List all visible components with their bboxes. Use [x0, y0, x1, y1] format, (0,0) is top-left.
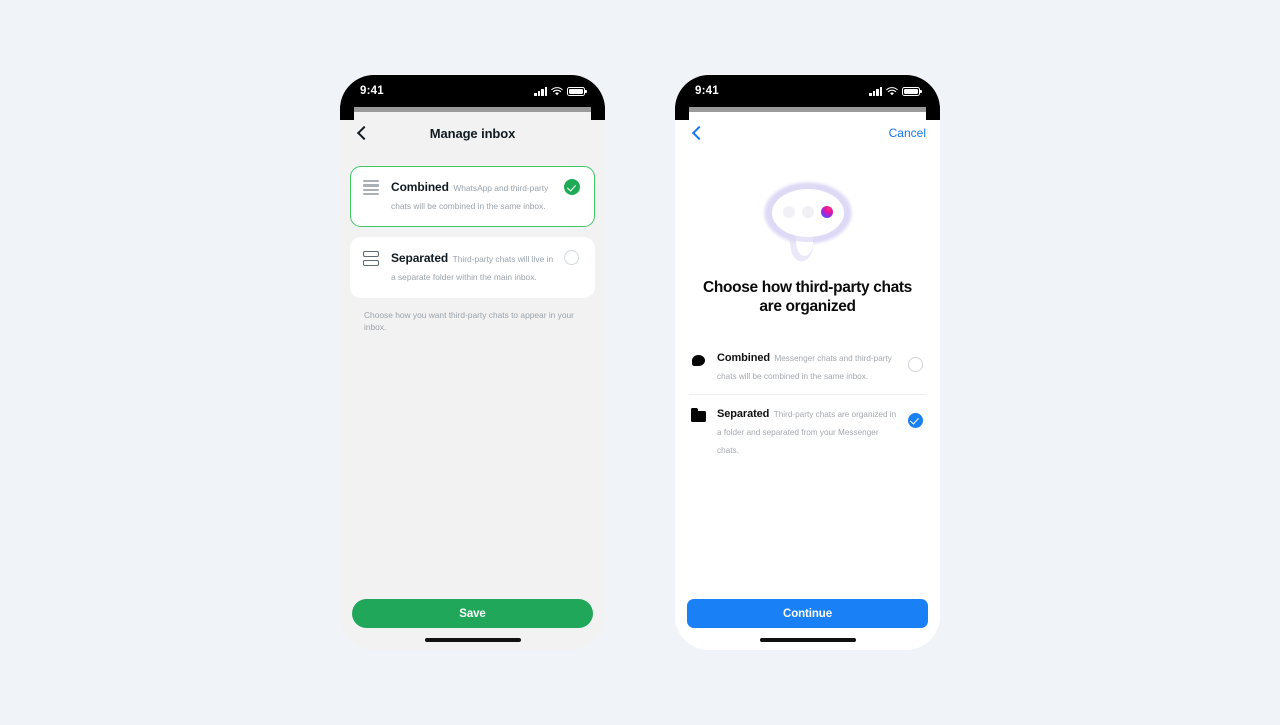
content-spacer-left — [340, 334, 605, 599]
option-card-separated[interactable]: Separated Third-party chats will live in… — [350, 237, 595, 298]
cancel-button[interactable]: Cancel — [889, 126, 926, 140]
inbox-options-list: Combined WhatsApp and third-party chats … — [340, 154, 605, 334]
option-text-combined: Combined Messenger chats and third-party… — [717, 348, 898, 384]
option-title: Combined — [391, 180, 449, 194]
radio-empty-icon[interactable] — [564, 250, 579, 265]
organization-options-list: Combined Messenger chats and third-party… — [675, 317, 940, 468]
status-time: 9:41 — [360, 85, 384, 97]
screens-stage: 9:41 Manage inbox Combined WhatsApp and … — [0, 0, 1280, 725]
helper-text: Choose how you want third-party chats to… — [364, 310, 574, 332]
check-circle-filled-icon[interactable] — [564, 179, 580, 195]
back-button[interactable] — [689, 125, 706, 142]
dot-one — [782, 206, 795, 218]
hero-title: Choose how third-party chats are organiz… — [703, 279, 912, 316]
radio-empty-icon[interactable] — [908, 356, 923, 372]
signal-bars-icon — [534, 86, 547, 96]
status-icons — [869, 86, 922, 96]
screen-choose-organization: Cancel Choose how third-party chats are … — [675, 112, 940, 650]
screen-manage-inbox: Manage inbox Combined WhatsApp and third… — [340, 112, 605, 650]
signal-bars-icon — [869, 86, 882, 96]
option-title: Separated — [717, 407, 770, 420]
battery-icon — [902, 86, 922, 96]
option-row-separated[interactable]: Separated Third-party chats are organize… — [689, 393, 926, 468]
home-indicator — [759, 638, 856, 642]
chat-bubble-illustration — [756, 178, 860, 266]
content-spacer-right — [675, 468, 940, 599]
home-indicator — [424, 638, 521, 642]
option-control-combined[interactable] — [908, 348, 926, 372]
status-bar-right: 9:41 — [675, 75, 940, 107]
wifi-icon — [886, 86, 898, 95]
option-control-separated[interactable] — [564, 249, 582, 285]
dot-three-gradient — [820, 206, 833, 218]
navbar-left: Manage inbox — [340, 112, 605, 154]
chat-bubble-icon — [689, 348, 707, 366]
dot-two — [801, 206, 814, 218]
folder-icon — [689, 404, 707, 422]
option-title: Separated — [391, 251, 449, 265]
status-time: 9:41 — [695, 85, 719, 97]
status-bar-left: 9:41 — [340, 75, 605, 107]
option-control-combined[interactable] — [564, 178, 582, 214]
bottom-action-area-left: Save — [340, 599, 605, 638]
save-button[interactable]: Save — [352, 599, 593, 628]
typing-dots — [782, 206, 835, 218]
phone-whatsapp: 9:41 Manage inbox Combined WhatsApp and … — [340, 75, 605, 650]
bottom-action-area-right: Continue — [675, 599, 940, 638]
option-text-combined: Combined WhatsApp and third-party chats … — [391, 178, 554, 214]
stacked-rows-icon — [363, 249, 381, 285]
page-title: Manage inbox — [429, 125, 516, 141]
device-bezel-strip — [340, 106, 605, 120]
option-control-separated[interactable] — [908, 404, 926, 428]
wifi-icon — [551, 86, 563, 95]
option-card-combined[interactable]: Combined WhatsApp and third-party chats … — [350, 166, 595, 227]
battery-icon — [567, 86, 587, 96]
navbar-right: Cancel — [675, 112, 940, 154]
list-lines-icon — [363, 178, 381, 214]
option-row-combined[interactable]: Combined Messenger chats and third-party… — [689, 339, 926, 394]
hero-illustration-area — [675, 154, 940, 272]
option-title: Combined — [717, 351, 770, 364]
device-bezel-strip — [675, 106, 940, 120]
status-icons — [534, 86, 587, 96]
continue-button[interactable]: Continue — [687, 599, 928, 628]
back-button[interactable] — [354, 125, 371, 142]
phone-messenger: 9:41 Cancel Choose how third-party chats… — [675, 75, 940, 650]
option-text-separated: Separated Third-party chats are organize… — [717, 404, 898, 458]
option-text-separated: Separated Third-party chats will live in… — [391, 249, 554, 285]
check-circle-filled-icon[interactable] — [908, 412, 923, 428]
